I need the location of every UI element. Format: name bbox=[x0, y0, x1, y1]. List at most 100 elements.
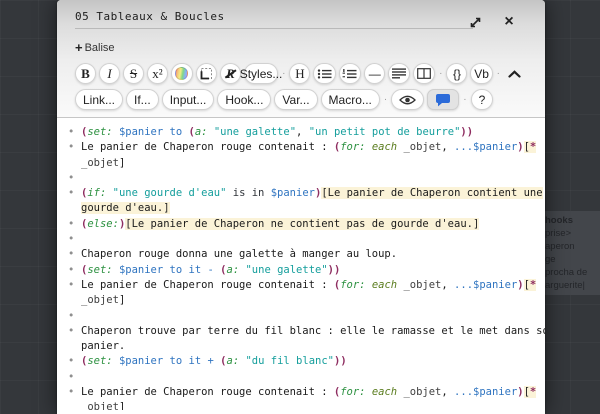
bulleted-list-button[interactable] bbox=[313, 63, 335, 84]
code-token: set: bbox=[87, 355, 112, 367]
background-passage-panel: hooksprise>aperongeprocha dearguerite| bbox=[543, 211, 600, 295]
bullet-list-icon bbox=[317, 68, 332, 80]
code-token: panier. bbox=[81, 340, 125, 352]
code-line[interactable]: •(set: $panier to (a: "une galette", "un… bbox=[63, 125, 537, 140]
eye-icon bbox=[399, 94, 416, 106]
code-token: Le panier de Chaperon ne contient pas de… bbox=[132, 218, 473, 230]
alignment-button[interactable] bbox=[388, 63, 410, 84]
code-token: ...$panier bbox=[454, 279, 517, 291]
code-token: for: bbox=[340, 279, 365, 291]
passage-title[interactable]: 05 Tableaux & Boucles bbox=[75, 7, 225, 23]
code-line[interactable]: •Le panier de Chaperon rouge contenait :… bbox=[63, 385, 537, 400]
styles-button[interactable]: Styles... bbox=[244, 63, 278, 84]
bullet-marker: • bbox=[68, 140, 74, 155]
code-token: , bbox=[296, 126, 309, 138]
text-colour-button[interactable] bbox=[171, 63, 193, 84]
close-button[interactable]: × bbox=[499, 13, 519, 31]
code-line[interactable]: _objet] bbox=[63, 156, 537, 171]
code-token: , bbox=[441, 279, 454, 291]
editor-chrome: 05 Tableaux & Boucles × +Balise BISx² R St… bbox=[57, 0, 545, 118]
add-tag-button[interactable]: +Balise bbox=[75, 40, 115, 55]
code-token: ) bbox=[517, 141, 523, 153]
rainbow-icon bbox=[175, 67, 188, 80]
code-token: _objet bbox=[81, 294, 119, 306]
code-token: for: bbox=[340, 141, 365, 153]
background-panel-text: arguerite| bbox=[545, 279, 600, 292]
background-panel-text: aperon bbox=[545, 240, 600, 253]
code-line[interactable]: •Chaperon rouge donna une galette à mang… bbox=[63, 247, 537, 262]
code-token: [ bbox=[524, 279, 530, 291]
superscript-button[interactable]: x² bbox=[147, 63, 168, 84]
input-button[interactable]: Input... bbox=[162, 89, 215, 110]
rotate-text-button[interactable]: R bbox=[220, 63, 241, 84]
code-token: Le panier de Chaperon rouge contenait : bbox=[81, 279, 334, 291]
code-token: ] bbox=[119, 294, 125, 306]
code-token: if: bbox=[87, 187, 106, 199]
hook-button[interactable]: Hook... bbox=[217, 89, 271, 110]
collapse-whitespace-button[interactable]: {} bbox=[446, 63, 467, 84]
code-token: it bbox=[189, 355, 202, 367]
code-token: "une galette" bbox=[245, 264, 327, 276]
if-button[interactable]: If... bbox=[126, 89, 159, 110]
code-token: Chaperon rouge donna une galette à mange… bbox=[81, 248, 397, 260]
horizontal-rule-button[interactable]: — bbox=[364, 63, 385, 84]
code-token: in bbox=[252, 187, 265, 199]
code-line[interactable]: • bbox=[63, 171, 537, 186]
columns-icon bbox=[417, 68, 431, 79]
strikethrough-button[interactable]: S bbox=[123, 63, 144, 84]
code-token: a: bbox=[195, 126, 208, 138]
code-line[interactable]: panier. bbox=[63, 339, 537, 354]
preview-button[interactable] bbox=[391, 89, 424, 110]
bullet-marker: • bbox=[68, 385, 74, 400]
code-token: [ bbox=[524, 386, 530, 398]
code-token: ...$panier bbox=[454, 386, 517, 398]
var-button[interactable]: Var... bbox=[274, 89, 317, 110]
rotated-r-icon: R bbox=[226, 66, 235, 82]
code-token: to bbox=[170, 264, 183, 276]
code-token: )) bbox=[328, 264, 341, 276]
comment-button[interactable] bbox=[427, 89, 459, 110]
code-line[interactable]: • bbox=[63, 309, 537, 324]
code-token: to bbox=[170, 355, 183, 367]
code-line[interactable]: _objet] bbox=[63, 400, 537, 410]
code-line[interactable]: •(set: $panier to it + (a: "du fil blanc… bbox=[63, 354, 537, 369]
code-token: else: bbox=[87, 218, 119, 230]
heading-button[interactable]: H bbox=[289, 63, 310, 84]
numbered-list-button[interactable] bbox=[339, 63, 361, 84]
code-line[interactable]: • bbox=[63, 370, 537, 385]
separator-dot: · bbox=[462, 94, 467, 105]
toolbar-collapse-button[interactable] bbox=[504, 63, 525, 84]
code-line[interactable]: • bbox=[63, 232, 537, 247]
verbatim-button[interactable]: Vb bbox=[470, 63, 492, 84]
passage-editor-dialog: 05 Tableaux & Boucles × +Balise BISx² R St… bbox=[57, 0, 545, 414]
bullet-marker: • bbox=[68, 125, 74, 140]
code-line[interactable]: •Chaperon trouve par terre du fil blanc … bbox=[63, 324, 537, 339]
code-token: each bbox=[372, 141, 397, 153]
passage-text-editor[interactable]: •(set: $panier to (a: "une galette", "un… bbox=[57, 118, 545, 410]
code-line[interactable]: •(else:)[Le panier de Chaperon ne contie… bbox=[63, 217, 537, 232]
code-token: each bbox=[372, 386, 397, 398]
code-line[interactable]: •(if: "une gourde d'eau" is in $panier)[… bbox=[63, 186, 537, 201]
toolbar-row-1: BISx²RStyles...·H—·{}Vb· bbox=[75, 63, 531, 84]
code-line[interactable]: •(set: $panier to it - (a: "une galette"… bbox=[63, 263, 537, 278]
macro-button[interactable]: Macro... bbox=[321, 89, 380, 110]
link-button[interactable]: Link... bbox=[75, 89, 123, 110]
code-token: _objet bbox=[403, 141, 441, 153]
code-token: ) bbox=[517, 279, 523, 291]
code-token: * bbox=[530, 279, 536, 291]
code-line[interactable]: _objet] bbox=[63, 293, 537, 308]
code-token: * bbox=[530, 141, 536, 153]
bullet-marker: • bbox=[68, 186, 74, 201]
code-line[interactable]: • Le panier de Chaperon rouge contenait :… bbox=[63, 278, 537, 293]
columns-button[interactable] bbox=[413, 63, 435, 84]
bold-button[interactable]: B bbox=[75, 63, 96, 84]
separator-dot: · bbox=[281, 68, 286, 79]
code-token: _objet bbox=[403, 279, 441, 291]
separator-dot: · bbox=[438, 68, 443, 79]
border-button[interactable] bbox=[196, 63, 218, 84]
code-line[interactable]: gourde d'eau.] bbox=[63, 201, 537, 216]
code-line[interactable]: •Le panier de Chaperon rouge contenait :… bbox=[63, 140, 537, 155]
italic-button[interactable]: I bbox=[99, 63, 120, 84]
bullet-marker: • bbox=[68, 278, 74, 293]
help-button[interactable]: ? bbox=[471, 89, 494, 110]
